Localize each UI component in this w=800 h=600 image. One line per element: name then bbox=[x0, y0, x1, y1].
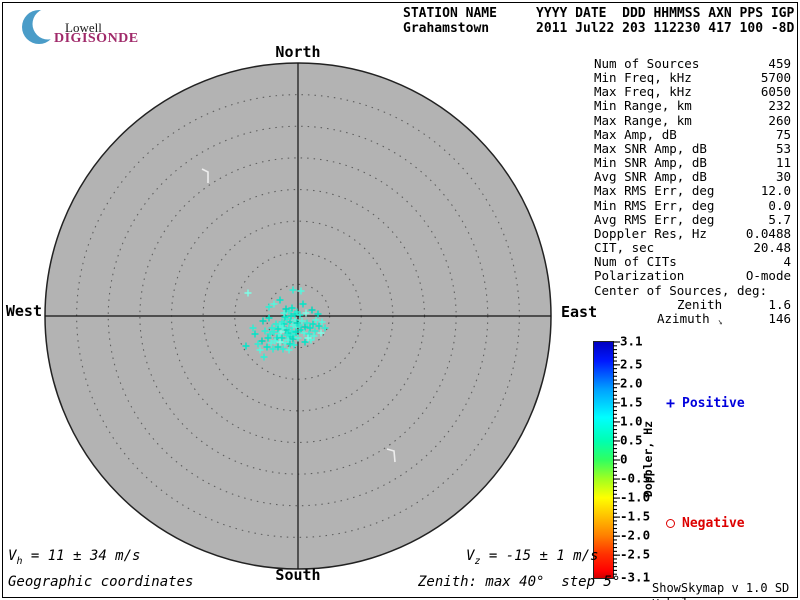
stat-row: Min RMS Err, deg 0.0 bbox=[594, 197, 791, 213]
statistics-panel: Num of Sources 459 Min Freq, kHz 5700 Max Fr… bbox=[594, 56, 791, 328]
version-text: ShowSkymap v 1.0 SD v 5.1 bbox=[652, 581, 790, 600]
stat-value: 1.6 bbox=[768, 296, 791, 312]
stat-row: Num of Sources 459 bbox=[594, 56, 791, 71]
colorbar-tick-label: -2.0 bbox=[620, 527, 651, 543]
stat-row: Polarization O-mode bbox=[594, 269, 791, 283]
stat-value: 12.0 bbox=[760, 183, 791, 199]
stat-label: Polarization bbox=[594, 268, 685, 284]
legend-positive: + Positive bbox=[666, 394, 745, 412]
colorbar-tick-label: 3.1 bbox=[620, 333, 643, 349]
stat-label: Avg SNR Amp, dB bbox=[594, 169, 707, 185]
stat-value: 53 bbox=[775, 140, 791, 156]
colorbar-tick-label: 1.5 bbox=[620, 394, 643, 410]
stat-row: Doppler Res, Hz 0.0488 bbox=[594, 225, 791, 241]
stat-row: Max Range, km 260 bbox=[594, 112, 791, 128]
logo-text-digisonde: DIGISONDE bbox=[54, 31, 139, 46]
azimuth-direction-arrow: ↑ bbox=[715, 316, 726, 328]
legend-positive-label: Positive bbox=[682, 396, 745, 411]
stat-row: Num of CITs 4 bbox=[594, 255, 791, 269]
compass-label-west: West bbox=[5, 302, 42, 320]
stat-label: CIT, sec bbox=[594, 240, 655, 256]
stat-label: Center of Sources, deg: bbox=[594, 282, 768, 298]
compass-label-north: North bbox=[275, 43, 321, 61]
stat-row: Max SNR Amp, dB 53 bbox=[594, 140, 791, 156]
stat-value: 30 bbox=[775, 169, 791, 185]
stat-value: 459 bbox=[768, 56, 791, 71]
colorbar-tick-label: 2.5 bbox=[620, 356, 643, 372]
stat-label: Max SNR Amp, dB bbox=[594, 140, 707, 156]
stat-label: Min Range, km bbox=[594, 98, 692, 114]
colorbar-tick-label: 2.0 bbox=[620, 375, 643, 391]
stat-value: O-mode bbox=[745, 268, 791, 284]
stat-row: Zenith 1.6 bbox=[594, 296, 791, 312]
stat-value: 0.0488 bbox=[745, 225, 791, 241]
stat-row: Min Range, km 232 bbox=[594, 99, 791, 113]
colorbar-tick-label: -1.5 bbox=[620, 508, 651, 524]
stat-label: Max RMS Err, deg bbox=[594, 183, 715, 199]
stat-label: Doppler Res, Hz bbox=[594, 225, 707, 241]
stat-label: Zenith bbox=[677, 296, 723, 312]
stat-label: Min SNR Amp, dB bbox=[594, 155, 707, 171]
colorbar-tick-label: 0 bbox=[620, 451, 628, 467]
coordinate-system-note: Geographic coordinates bbox=[8, 574, 194, 590]
colorbar-tick-label: 0.5 bbox=[620, 432, 643, 448]
stat-value: 75 bbox=[775, 126, 791, 142]
stat-value: 0.0 bbox=[768, 197, 791, 213]
stat-label: Max Range, km bbox=[594, 112, 692, 128]
stat-row: Min Freq, kHz 5700 bbox=[594, 71, 791, 85]
colorbar-tick-label: -2.5 bbox=[620, 546, 651, 562]
stat-value: 260 bbox=[768, 112, 791, 128]
legend-negative-label: Negative bbox=[682, 516, 745, 531]
stat-row: Avg RMS Err, deg 5.7 bbox=[594, 211, 791, 227]
compass-label-east: East bbox=[561, 303, 598, 321]
legend-negative: Negative bbox=[666, 516, 745, 531]
colorbar-title: Doppler, Hz bbox=[641, 420, 655, 498]
stat-row: Avg SNR Amp, dB 30 bbox=[594, 170, 791, 184]
stat-value: 11 bbox=[775, 155, 791, 171]
stat-label: Num of CITs bbox=[594, 254, 677, 270]
vertical-velocity-readout: Vz = -15 ± 1 m/s bbox=[466, 548, 599, 567]
lowell-digisonde-logo: Lowell DIGISONDE bbox=[18, 4, 168, 46]
stat-label: Num of Sources bbox=[594, 56, 700, 71]
stat-label: Azimuth ↑ bbox=[657, 310, 726, 328]
stat-row: CIT, sec 20.48 bbox=[594, 240, 791, 256]
stat-value: 146 bbox=[768, 310, 791, 326]
horizontal-velocity-readout: Vh = 11 ± 34 m/s bbox=[8, 548, 141, 567]
stat-label: Min Freq, kHz bbox=[594, 70, 692, 86]
stat-value: 5700 bbox=[760, 70, 791, 86]
stat-value: 5.7 bbox=[768, 211, 791, 227]
stat-value: 6050 bbox=[760, 84, 791, 100]
colorbar-tick-label: 1.0 bbox=[620, 413, 643, 429]
stat-row: Max Freq, kHz 6050 bbox=[594, 85, 791, 99]
stat-row: Max Amp, dB 75 bbox=[594, 126, 791, 142]
stat-label: Max Amp, dB bbox=[594, 126, 677, 142]
header-values: Grahamstown 2011 Jul22 203 112230 417 10… bbox=[403, 21, 795, 36]
stat-value: 232 bbox=[768, 98, 791, 114]
station-header: STATION NAME YYYY DATE DDD HHMMSS AXN PP… bbox=[403, 6, 794, 36]
stat-value: 4 bbox=[783, 254, 791, 270]
colorbar-tick-label: -3.1 bbox=[620, 569, 651, 585]
stat-row: Max RMS Err, deg 12.0 bbox=[594, 184, 791, 198]
negative-circle-icon bbox=[666, 519, 675, 528]
stat-label: Max Freq, kHz bbox=[594, 84, 692, 100]
plus-icon: + bbox=[666, 394, 676, 412]
stat-value: 20.48 bbox=[753, 240, 791, 256]
stat-row: Azimuth ↑ 146 bbox=[594, 310, 791, 328]
showskymap-window: { "logo": { "brand_top": "Lowell", "bran… bbox=[0, 0, 800, 600]
stat-row: Center of Sources, deg: bbox=[594, 282, 791, 298]
doppler-colorbar bbox=[593, 341, 614, 579]
zenith-scale-note: Zenith: max 40° step 5° bbox=[418, 574, 621, 590]
stat-label: Min RMS Err, deg bbox=[594, 197, 715, 213]
header-column-labels: STATION NAME YYYY DATE DDD HHMMSS AXN PP… bbox=[403, 6, 795, 21]
stat-row: Min SNR Amp, dB 11 bbox=[594, 155, 791, 171]
stat-label: Avg RMS Err, deg bbox=[594, 211, 715, 227]
compass-label-south: South bbox=[275, 566, 321, 584]
